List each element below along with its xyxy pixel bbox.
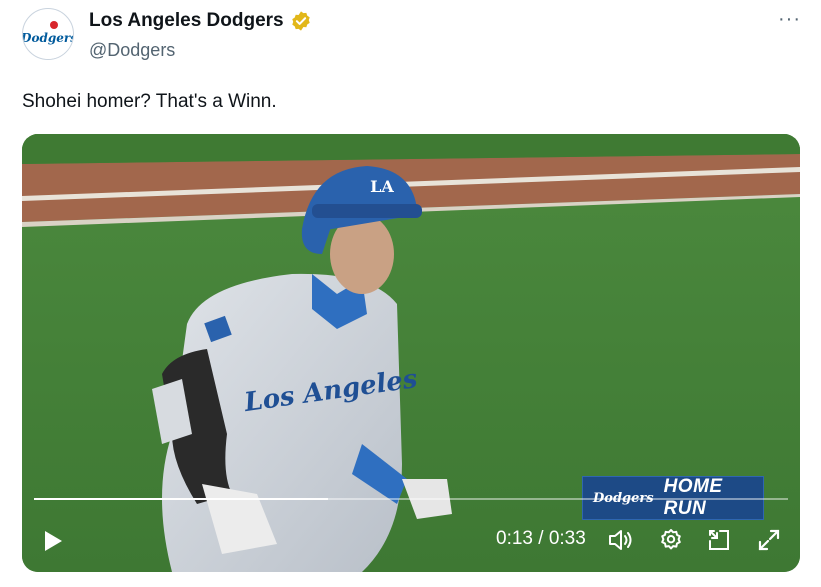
progress-bar[interactable] — [34, 498, 788, 500]
volume-icon[interactable] — [607, 527, 633, 553]
verified-badge-icon — [290, 10, 312, 32]
picture-in-picture-icon[interactable] — [706, 527, 732, 553]
user-handle[interactable]: @Dodgers — [89, 40, 175, 61]
post-text: Shohei homer? That's a Winn. — [22, 91, 277, 112]
time-separator: / — [538, 528, 544, 549]
avatar-text: Dodgers — [23, 31, 74, 45]
fullscreen-icon[interactable] — [756, 527, 782, 553]
video-controls: 0:13 / 0:33 — [22, 510, 800, 572]
video-player[interactable]: LA Los Angeles Dodgers HOME RUN 0:13 / 0… — [22, 134, 800, 572]
current-time: 0:13 — [496, 528, 533, 549]
dodgers-logo: Dodgers — [23, 11, 74, 59]
helmet-logo: LA — [370, 177, 394, 196]
display-name[interactable]: Los Angeles Dodgers — [89, 10, 284, 32]
more-options-icon[interactable]: ··· — [778, 8, 801, 31]
progress-fill — [34, 498, 329, 500]
author-name-row: Los Angeles Dodgers — [89, 10, 312, 32]
settings-gear-icon[interactable] — [658, 527, 684, 553]
time-display: 0:13 / 0:33 — [496, 528, 586, 550]
play-icon[interactable] — [40, 528, 66, 554]
duration: 0:33 — [548, 528, 586, 549]
avatar[interactable]: Dodgers — [22, 8, 74, 60]
